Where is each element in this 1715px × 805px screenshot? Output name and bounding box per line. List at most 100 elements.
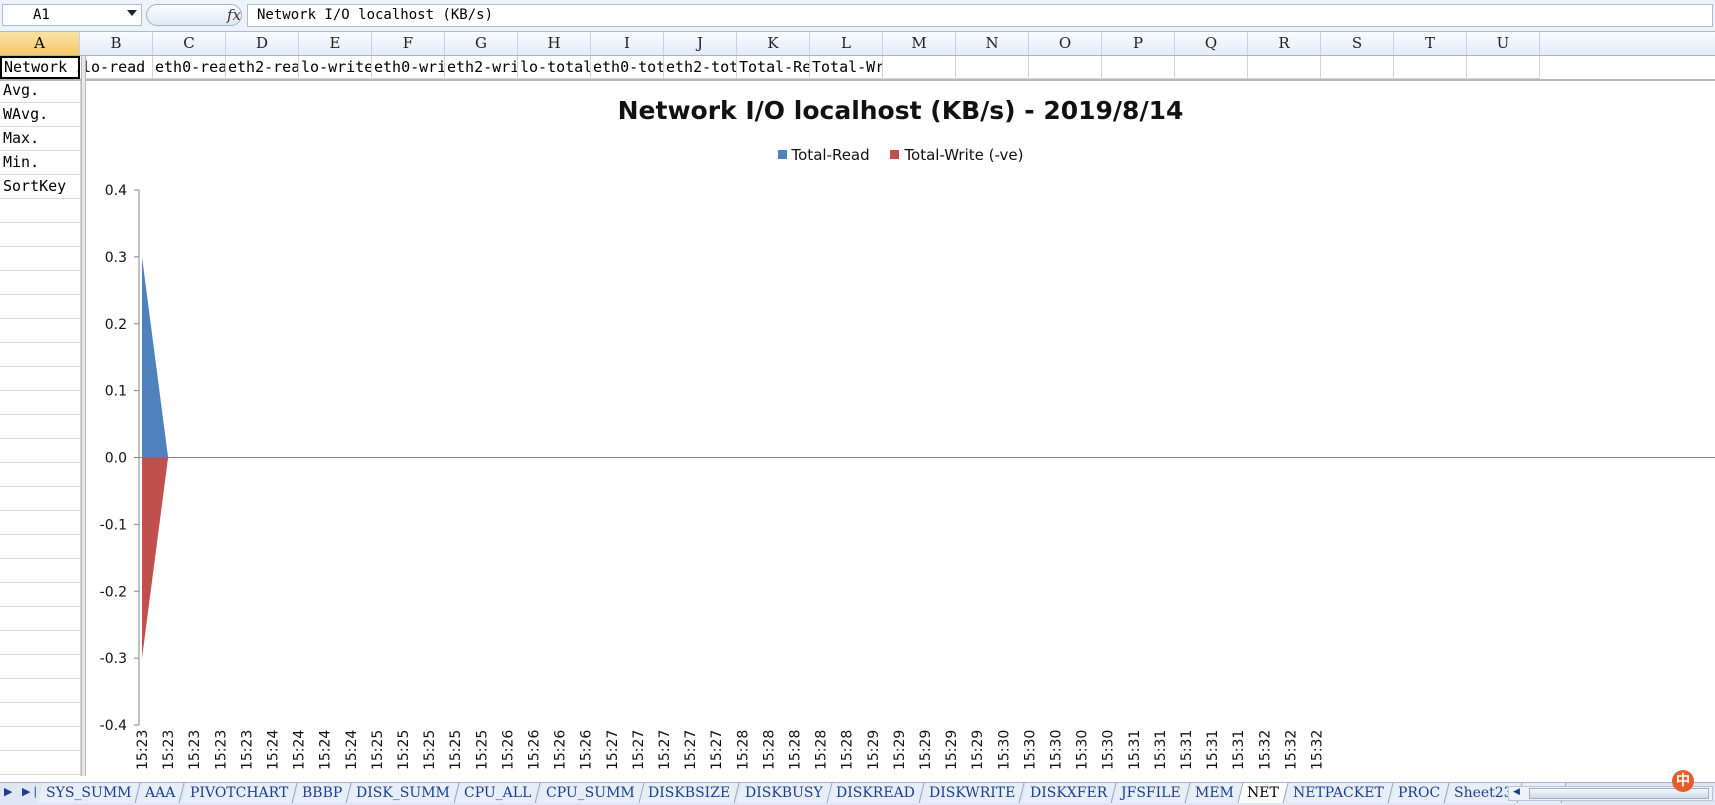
- empty-cell[interactable]: [0, 439, 80, 463]
- header-cell-t[interactable]: [1394, 56, 1467, 79]
- row-label-cell[interactable]: SortKey: [0, 175, 80, 199]
- sheet-tab-cpu-all[interactable]: CPU_ALL: [455, 783, 542, 803]
- column-header-q[interactable]: Q: [1175, 32, 1248, 55]
- column-header-m[interactable]: M: [883, 32, 956, 55]
- column-header-s[interactable]: S: [1321, 32, 1394, 55]
- empty-cell[interactable]: [0, 367, 80, 391]
- empty-cell[interactable]: [0, 535, 80, 559]
- empty-cell[interactable]: [0, 751, 80, 775]
- column-header-d[interactable]: D: [226, 32, 299, 55]
- column-header-l[interactable]: L: [810, 32, 883, 55]
- column-header-j[interactable]: J: [664, 32, 737, 55]
- empty-cell[interactable]: [0, 487, 80, 511]
- empty-cell[interactable]: [0, 391, 80, 415]
- column-header-n[interactable]: N: [956, 32, 1029, 55]
- empty-cell[interactable]: [0, 679, 80, 703]
- column-header-k[interactable]: K: [737, 32, 810, 55]
- column-header-r[interactable]: R: [1248, 32, 1321, 55]
- column-header-b[interactable]: B: [80, 32, 153, 55]
- sheet-tab-net[interactable]: NET: [1238, 783, 1289, 803]
- header-cell-h[interactable]: lo-total: [518, 56, 591, 79]
- row-label-cell[interactable]: Avg.: [0, 79, 80, 103]
- header-cell-b[interactable]: lo-read: [80, 56, 153, 79]
- empty-cell[interactable]: [0, 511, 80, 535]
- header-cell-g[interactable]: eth2-write: [445, 56, 518, 79]
- sheet-tab-netpacket[interactable]: NETPACKET: [1284, 783, 1394, 803]
- column-header-t[interactable]: T: [1394, 32, 1467, 55]
- row-label-cell[interactable]: Min.: [0, 151, 80, 175]
- sheet-tab-cpu-summ[interactable]: CPU_SUMM: [537, 783, 644, 803]
- header-cell-k[interactable]: Total-Read: [737, 56, 810, 79]
- network-io-chart[interactable]: 0.4 0.3 0.2 0.1 0.0 -0.1 -0.2 -0.3 -0.4 15:23 15:2…: [86, 82, 1715, 776]
- column-header-f[interactable]: F: [372, 32, 445, 55]
- empty-cell[interactable]: [0, 271, 80, 295]
- name-box[interactable]: A1: [2, 4, 142, 26]
- empty-cell[interactable]: [0, 247, 80, 271]
- header-cell-q[interactable]: [1175, 56, 1248, 79]
- sheet-tab-label: DISKREAD: [836, 785, 916, 801]
- empty-cell[interactable]: [0, 463, 80, 487]
- header-cell-s[interactable]: [1321, 56, 1394, 79]
- sheet-tab-bbbp[interactable]: BBBP: [293, 783, 352, 803]
- empty-cell[interactable]: [0, 727, 80, 751]
- sheet-tab-aaa[interactable]: AAA: [136, 783, 186, 803]
- tab-scroll-arrows-icon[interactable]: ▶ ▶|: [4, 785, 40, 798]
- empty-cell[interactable]: [0, 703, 80, 727]
- x-tick-label: 15:26: [579, 730, 595, 770]
- sheet-tab-diskxfer[interactable]: DISKXFER: [1021, 783, 1117, 803]
- cell-a1[interactable]: Network I/O localhost (KB/s): [0, 56, 80, 79]
- header-cell-j[interactable]: eth2-total: [664, 56, 737, 79]
- header-cell-c[interactable]: eth0-read: [153, 56, 226, 79]
- ime-indicator[interactable]: 中: [1672, 770, 1694, 792]
- header-cell-m[interactable]: [883, 56, 956, 79]
- header-cell-i[interactable]: eth0-total: [591, 56, 664, 79]
- insert-function-icon[interactable]: fx: [222, 4, 246, 26]
- column-header-p[interactable]: P: [1102, 32, 1175, 55]
- sheet-tab-mem[interactable]: MEM: [1186, 783, 1243, 803]
- column-header-c[interactable]: C: [153, 32, 226, 55]
- name-box-dropdown-icon[interactable]: [127, 10, 137, 16]
- column-header-e[interactable]: E: [299, 32, 372, 55]
- sheet-tab-diskbusy[interactable]: DISKBUSY: [736, 783, 832, 803]
- column-header-o[interactable]: O: [1029, 32, 1102, 55]
- empty-cell[interactable]: [0, 343, 80, 367]
- header-cell-e[interactable]: lo-write: [299, 56, 372, 79]
- x-tick-label: 15:26: [500, 730, 516, 770]
- formula-input[interactable]: Network I/O localhost (KB/s): [247, 4, 1713, 27]
- column-header-i[interactable]: I: [591, 32, 664, 55]
- column-header-h[interactable]: H: [518, 32, 591, 55]
- sheet-tab-disk-summ[interactable]: DISK_SUMM: [347, 783, 460, 803]
- empty-cell[interactable]: [0, 631, 80, 655]
- empty-cell[interactable]: [0, 295, 80, 319]
- row-label-cell[interactable]: WAvg.: [0, 103, 80, 127]
- column-header-u[interactable]: U: [1467, 32, 1540, 55]
- header-cell-f[interactable]: eth0-write: [372, 56, 445, 79]
- header-cell-o[interactable]: [1029, 56, 1102, 79]
- empty-cell[interactable]: [0, 319, 80, 343]
- header-cell-r[interactable]: [1248, 56, 1321, 79]
- sheet-tab-sys-summ[interactable]: SYS_SUMM: [37, 783, 141, 803]
- empty-cell[interactable]: [0, 655, 80, 679]
- header-cell-n[interactable]: [956, 56, 1029, 79]
- column-header-g[interactable]: G: [445, 32, 518, 55]
- header-cell-d[interactable]: eth2-read: [226, 56, 299, 79]
- row-label-cell[interactable]: Max.: [0, 127, 80, 151]
- empty-cell[interactable]: [0, 199, 80, 223]
- sheet-tab-diskwrite[interactable]: DISKWRITE: [920, 783, 1026, 803]
- sheet-tab-proc[interactable]: PROC: [1389, 783, 1450, 803]
- empty-cell[interactable]: [0, 607, 80, 631]
- header-cell-p[interactable]: [1102, 56, 1175, 79]
- empty-cell[interactable]: [0, 559, 80, 583]
- column-header-a[interactable]: A: [0, 32, 80, 55]
- empty-cell[interactable]: [0, 415, 80, 439]
- scroll-left-arrow-icon[interactable]: ◀: [1513, 787, 1520, 797]
- sheet-tab-jfsfile[interactable]: JFSFILE: [1112, 783, 1191, 803]
- empty-cell[interactable]: [0, 223, 80, 247]
- header-cell-l[interactable]: Total-Write (-ve): [810, 56, 883, 79]
- sheet-tab-pivotchart[interactable]: PIVOTCHART: [181, 783, 298, 803]
- sheet-tab-diskread[interactable]: DISKREAD: [827, 783, 925, 803]
- legend-swatch-red-icon: [890, 150, 900, 159]
- header-cell-u[interactable]: [1467, 56, 1540, 79]
- empty-cell[interactable]: [0, 583, 80, 607]
- sheet-tab-diskbsize[interactable]: DISKBSIZE: [639, 783, 741, 803]
